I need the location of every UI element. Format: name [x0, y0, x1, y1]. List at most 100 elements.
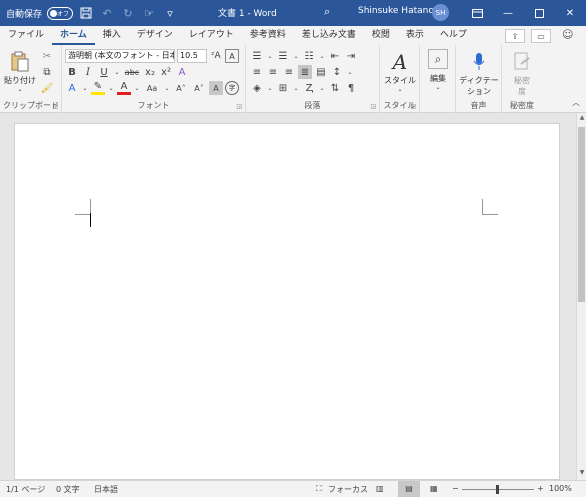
page-count[interactable]: 1/1 ページ [6, 484, 45, 495]
save-icon[interactable] [78, 5, 94, 21]
chevron-down-icon[interactable]: ⌄ [346, 65, 354, 79]
shading-icon[interactable]: ◈ [250, 81, 264, 95]
bold-button[interactable]: B [65, 65, 79, 79]
ribbon-display-options-icon[interactable] [462, 0, 492, 26]
language-indicator[interactable]: 日本語 [94, 484, 118, 495]
bullets-icon[interactable]: ☰ [250, 49, 264, 63]
tab-review[interactable]: 校閲 [364, 26, 398, 45]
paragraph-launcher-icon[interactable]: ◲ [370, 103, 376, 110]
chevron-down-icon[interactable]: ⌄ [318, 49, 326, 63]
font-size-combo[interactable]: 10.5 [177, 49, 207, 63]
close-icon[interactable]: ✕ [555, 0, 585, 26]
user-name[interactable]: Shinsuke Hatano [358, 6, 434, 16]
tab-home[interactable]: ホーム [52, 26, 95, 45]
comments-icon[interactable]: ▭ [531, 29, 551, 43]
redo-icon[interactable]: ↻ [120, 5, 136, 21]
zoom-level[interactable]: 100% [549, 484, 572, 493]
enclose-characters-icon[interactable]: 字 [225, 81, 239, 95]
collapse-ribbon-icon[interactable]: ︿ [572, 97, 580, 108]
document-page[interactable] [14, 123, 560, 480]
multilevel-list-icon[interactable]: ☷ [302, 49, 316, 63]
web-layout-icon[interactable]: ▦ [430, 484, 438, 493]
shrink-font-button[interactable]: A˅ [191, 81, 207, 95]
word-count[interactable]: 0 文字 [56, 484, 80, 495]
align-center-icon[interactable]: ≡ [266, 65, 280, 79]
copy-icon[interactable]: ⧉ [40, 65, 54, 79]
customize-quick-access-icon[interactable]: ▿ [162, 5, 178, 21]
scroll-thumb[interactable] [578, 127, 585, 302]
tab-help[interactable]: ヘルプ [432, 26, 475, 45]
styles-launcher-icon[interactable]: ◲ [410, 103, 416, 110]
tab-file[interactable]: ファイル [0, 26, 52, 45]
zoom-out-button[interactable]: − [452, 484, 459, 493]
vertical-scrollbar[interactable]: ▲ ▼ [576, 113, 586, 480]
asian-layout-icon[interactable]: Ⱬ [302, 81, 316, 95]
tab-view[interactable]: 表示 [398, 26, 432, 45]
dictate-button[interactable]: ディクテー ション [458, 49, 500, 97]
increase-indent-icon[interactable]: ⇥ [344, 49, 358, 63]
chevron-down-icon[interactable]: ⌄ [113, 65, 121, 79]
editing-button[interactable]: ⌕ 編集 ⌄ [424, 49, 452, 91]
tab-layout[interactable]: レイアウト [181, 26, 242, 45]
chevron-down-icon[interactable]: ⌄ [292, 81, 300, 95]
chevron-down-icon[interactable]: ⌄ [133, 81, 141, 95]
zoom-slider-thumb[interactable] [496, 485, 499, 494]
tab-insert[interactable]: 挿入 [95, 26, 129, 45]
numbering-icon[interactable]: ☰ [276, 49, 290, 63]
decrease-indent-icon[interactable]: ⇤ [328, 49, 342, 63]
highlight-icon[interactable]: ✎ [91, 81, 105, 95]
italic-button[interactable]: I [81, 65, 95, 79]
borders-icon[interactable]: ⊞ [276, 81, 290, 95]
chevron-down-icon[interactable]: ⌄ [81, 81, 89, 95]
align-left-icon[interactable]: ≡ [250, 65, 264, 79]
scroll-down-icon[interactable]: ▼ [577, 469, 586, 479]
distributed-icon[interactable]: ▤ [314, 65, 328, 79]
search-icon[interactable]: ⌕ [324, 5, 330, 19]
autosave-toggle[interactable]: オフ [47, 6, 74, 20]
font-color-icon[interactable]: A [117, 81, 131, 95]
avatar[interactable]: SH [432, 4, 449, 21]
print-layout-icon[interactable]: ▤ [398, 481, 420, 497]
zoom-in-button[interactable]: + [537, 484, 544, 493]
grow-font-button[interactable]: A˄ [173, 81, 189, 95]
chevron-down-icon[interactable]: ⌄ [318, 81, 326, 95]
focus-button[interactable]: フォーカス [328, 484, 368, 495]
show-formatting-marks-icon[interactable]: ¶ [344, 81, 358, 95]
align-right-icon[interactable]: ≡ [282, 65, 296, 79]
character-shading-icon[interactable]: A [209, 81, 223, 95]
strikethrough-button[interactable]: abc [123, 65, 141, 79]
scroll-up-icon[interactable]: ▲ [577, 114, 586, 124]
tab-references[interactable]: 参考資料 [242, 26, 294, 45]
font-launcher-icon[interactable]: ◲ [236, 103, 242, 110]
focus-icon[interactable]: ⛶ [316, 484, 322, 494]
underline-button[interactable]: U [97, 65, 111, 79]
subscript-button[interactable]: x₂ [143, 65, 157, 79]
sort-icon[interactable]: ⇅ [328, 81, 342, 95]
clipboard-launcher-icon[interactable]: ◲ [52, 103, 58, 110]
chevron-down-icon[interactable]: ⌄ [266, 81, 274, 95]
share-icon[interactable]: ⇪ [505, 29, 525, 43]
touch-mode-icon[interactable]: ☞ [141, 5, 157, 21]
feedback-smiley-icon[interactable]: ☺ [562, 28, 573, 41]
justify-icon[interactable]: ≣ [298, 65, 312, 79]
chevron-down-icon[interactable]: ⌄ [163, 81, 171, 95]
chevron-down-icon[interactable]: ⌄ [266, 49, 274, 63]
tab-design[interactable]: デザイン [129, 26, 181, 45]
minimize-icon[interactable]: — [493, 0, 523, 26]
grow-font-icon[interactable]: ᶻA [209, 49, 223, 63]
paste-button[interactable]: 貼り付け ⌄ [4, 49, 36, 93]
styles-button[interactable]: A スタイル ⌄ [382, 49, 418, 93]
tab-mailings[interactable]: 差し込み文書 [294, 26, 364, 45]
cut-icon[interactable]: ✂ [40, 49, 54, 63]
sensitivity-button[interactable]: 秘密 度 [506, 49, 538, 97]
superscript-button[interactable]: x² [159, 65, 173, 79]
format-painter-icon[interactable]: 🖌 [40, 81, 54, 95]
line-spacing-icon[interactable]: ↕ [330, 65, 344, 79]
maximize-icon[interactable] [524, 0, 554, 26]
undo-icon[interactable]: ↶ [99, 5, 115, 21]
text-effects-icon[interactable]: A [175, 65, 189, 79]
text-effects-gallery-icon[interactable]: A [65, 81, 79, 95]
chevron-down-icon[interactable]: ⌄ [292, 49, 300, 63]
change-case-button[interactable]: Aa [143, 81, 161, 95]
read-mode-icon[interactable]: ▥ [376, 484, 384, 493]
